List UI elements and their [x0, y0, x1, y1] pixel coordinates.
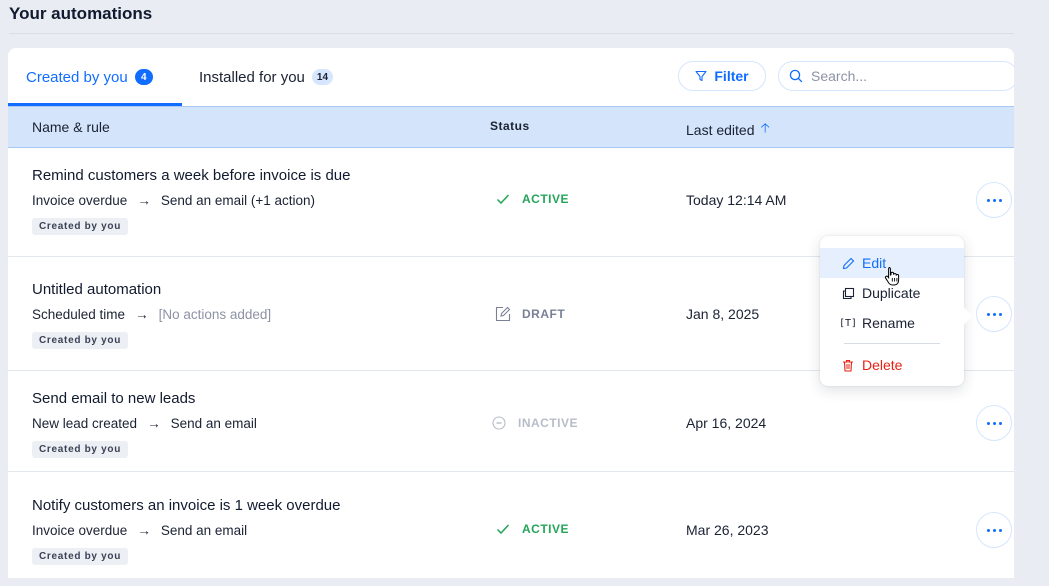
status-label: ACTIVE: [522, 192, 570, 206]
page-title: Your automations: [9, 4, 153, 23]
tab-created-by-you[interactable]: Created by you 4: [26, 48, 153, 106]
automation-rule: Scheduled time → [No actions added]: [32, 307, 271, 322]
rule-trigger: Invoice overdue: [32, 193, 128, 208]
rule-trigger: New lead created: [32, 416, 138, 431]
more-actions-button[interactable]: [976, 182, 1012, 218]
column-header-status: Status: [490, 119, 530, 133]
duplicate-icon: [840, 287, 856, 300]
minus-circle-icon: [490, 416, 508, 430]
draft-edit-icon: [494, 306, 512, 322]
last-edited-date: Jan 8, 2025: [686, 306, 760, 322]
filter-icon: [695, 70, 707, 82]
filter-label: Filter: [714, 68, 749, 84]
menu-item-delete[interactable]: Delete: [820, 350, 964, 380]
search-box[interactable]: [778, 61, 1014, 91]
status-badge: ACTIVE: [494, 522, 569, 536]
arrow-right-icon: →: [137, 523, 151, 538]
search-input[interactable]: [811, 68, 1001, 84]
menu-item-rename[interactable]: [T] Rename: [820, 308, 964, 338]
menu-item-label: Delete: [862, 357, 903, 373]
last-edited-date: Today 12:14 AM: [686, 192, 787, 208]
tab-installed-for-you[interactable]: Installed for you 14: [199, 48, 334, 106]
check-icon: [494, 523, 512, 535]
more-actions-button[interactable]: [976, 512, 1012, 548]
created-by-tag: Created by you: [32, 548, 129, 565]
column-header-last-edited[interactable]: Last edited 🡡: [686, 119, 770, 141]
table-row[interactable]: Send email to new leads New lead created…: [8, 371, 1014, 472]
check-icon: [494, 193, 512, 205]
tab-count-badge: 4: [134, 69, 153, 85]
arrow-right-icon: →: [137, 193, 151, 208]
tab-count-badge: 14: [311, 69, 334, 85]
status-badge: DRAFT: [494, 306, 565, 322]
column-header-name: Name & rule: [32, 119, 110, 135]
table-row[interactable]: Notify customers an invoice is 1 week ov…: [8, 472, 1014, 578]
menu-item-label: Duplicate: [862, 285, 921, 301]
tab-label: Installed for you: [199, 68, 305, 86]
menu-item-label: Edit: [862, 255, 887, 271]
rule-action: [No actions added]: [158, 307, 272, 322]
rule-action: Send an email (+1 action): [160, 193, 316, 208]
hand-cursor-icon: [884, 267, 900, 286]
arrow-right-icon: →: [147, 416, 161, 431]
automation-rule: New lead created → Send an email: [32, 416, 257, 431]
trash-icon: [840, 359, 856, 372]
automation-rule: Invoice overdue → Send an email (+1 acti…: [32, 193, 315, 208]
status-label: INACTIVE: [518, 416, 579, 430]
search-icon: [789, 69, 803, 83]
more-actions-button[interactable]: [976, 296, 1012, 332]
menu-divider: [844, 343, 940, 344]
status-badge: INACTIVE: [490, 416, 578, 430]
automation-name: Notify customers an invoice is 1 week ov…: [32, 497, 341, 514]
column-header-label: Last edited: [686, 122, 755, 138]
created-by-tag: Created by you: [32, 218, 129, 235]
sort-ascending-icon: 🡡: [760, 120, 770, 135]
filter-button[interactable]: Filter: [678, 61, 766, 91]
rename-icon: [T]: [838, 317, 858, 329]
arrow-right-icon: →: [135, 307, 149, 322]
tab-label: Created by you: [26, 68, 128, 86]
title-divider: [9, 33, 1014, 34]
last-edited-date: Mar 26, 2023: [686, 522, 769, 538]
status-label: DRAFT: [522, 307, 566, 321]
created-by-tag: Created by you: [32, 441, 129, 458]
more-actions-button[interactable]: [976, 405, 1012, 441]
automation-name: Send email to new leads: [32, 390, 196, 407]
rule-action: Send an email: [160, 523, 248, 538]
tab-bar: Created by you 4 Installed for you 14 Fi…: [8, 48, 1014, 106]
status-badge: ACTIVE: [494, 192, 569, 206]
automation-rule: Invoice overdue → Send an email: [32, 523, 247, 538]
automation-name: Untitled automation: [32, 281, 162, 298]
pencil-icon: [840, 257, 856, 270]
menu-item-label: Rename: [862, 315, 915, 331]
rule-trigger: Scheduled time: [32, 307, 126, 322]
row-actions-menu: Edit Duplicate [T] Rename Delete: [820, 236, 964, 386]
rule-trigger: Invoice overdue: [32, 523, 128, 538]
last-edited-date: Apr 16, 2024: [686, 415, 767, 431]
table-header: Name & rule Status Last edited 🡡: [8, 106, 1014, 148]
status-label: ACTIVE: [522, 522, 570, 536]
automation-name: Remind customers a week before invoice i…: [32, 167, 351, 184]
created-by-tag: Created by you: [32, 332, 129, 349]
rule-action: Send an email: [170, 416, 257, 431]
